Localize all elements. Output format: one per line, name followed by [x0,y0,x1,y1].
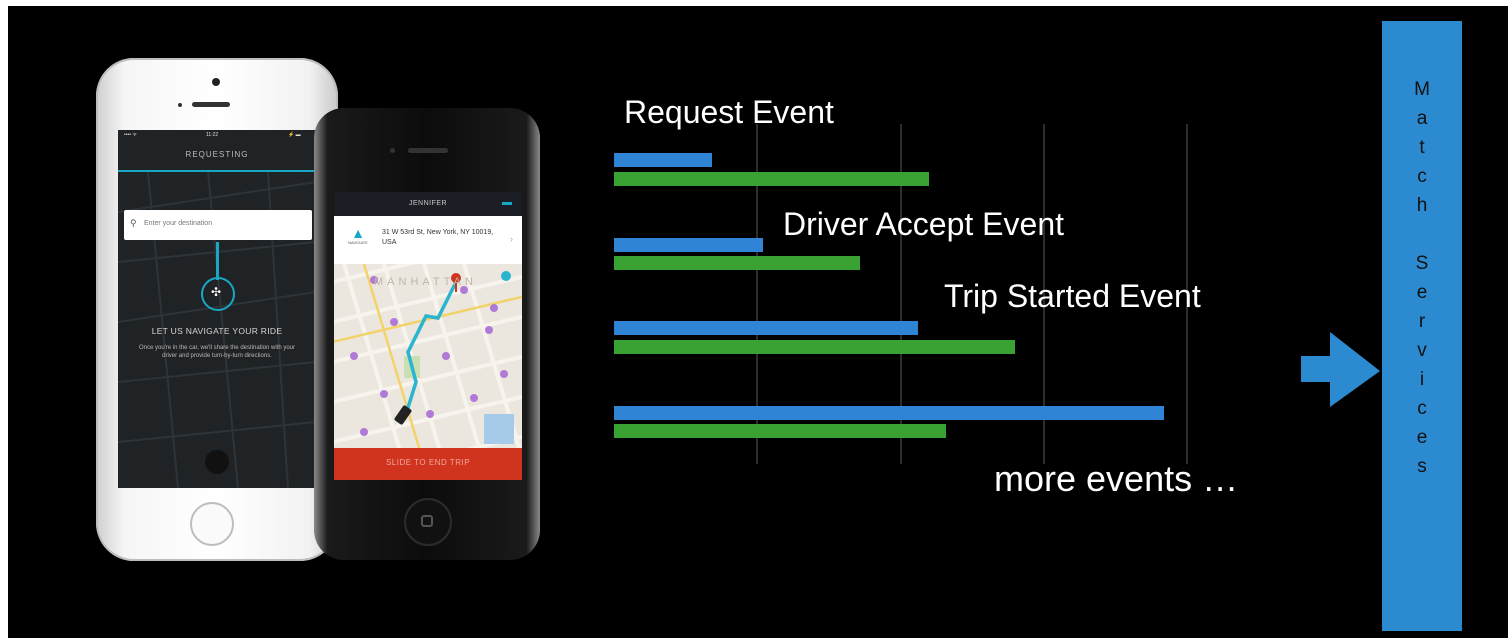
request-event-label: Request Event [624,94,834,130]
more-events-label: more events … [994,458,1239,499]
driver-accept-event-label: Driver Accept Event [783,206,1064,242]
request-green-bar [614,172,929,186]
match-services-letter: M [1414,79,1430,100]
driver-accept-blue-bar [614,238,763,252]
match-services-letter: h [1416,195,1428,216]
driver-accept-green-bar [614,256,860,270]
more-blue-bar [614,406,1164,420]
match-services-letter: S [1415,253,1429,274]
match-services-letter: a [1416,108,1428,129]
match-services-letter: t [1419,137,1425,158]
trip-started-blue-bar [614,321,918,335]
match-services-letter: e [1416,282,1428,303]
match-services-letter: c [1417,166,1427,187]
match-services-letter: s [1417,456,1427,477]
request-blue-bar [614,153,712,167]
match-services-letter: e [1416,427,1428,448]
right-arrow-icon [1301,332,1380,407]
match-services-letter: r [1418,311,1426,332]
trip-started-green-bar [614,340,1015,354]
match-services-letter: c [1417,398,1427,419]
trip-started-event-label: Trip Started Event [944,278,1201,314]
match-services-letter: i [1419,369,1425,390]
match-services-box: MatchServices [1382,21,1462,631]
match-services-letter: v [1417,340,1427,361]
more-green-bar [614,424,946,438]
diagram-canvas: •••• ᯤ 11:22 ⚡ ▬ REQUESTING ⚲ Enter your… [8,6,1508,638]
